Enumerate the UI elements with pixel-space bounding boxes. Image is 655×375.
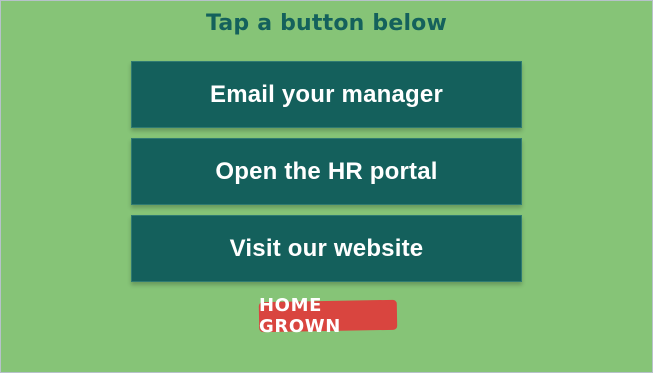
app-frame: Tap a button below Email your manager Op… bbox=[0, 0, 653, 373]
open-hr-portal-button[interactable]: Open the HR portal bbox=[131, 138, 522, 205]
logo-text: HOME GROWN bbox=[259, 295, 341, 337]
visit-website-button[interactable]: Visit our website bbox=[131, 215, 522, 282]
email-manager-button[interactable]: Email your manager bbox=[131, 61, 522, 128]
home-grown-logo: HOME GROWN bbox=[258, 295, 398, 337]
page-title: Tap a button below bbox=[205, 11, 448, 36]
